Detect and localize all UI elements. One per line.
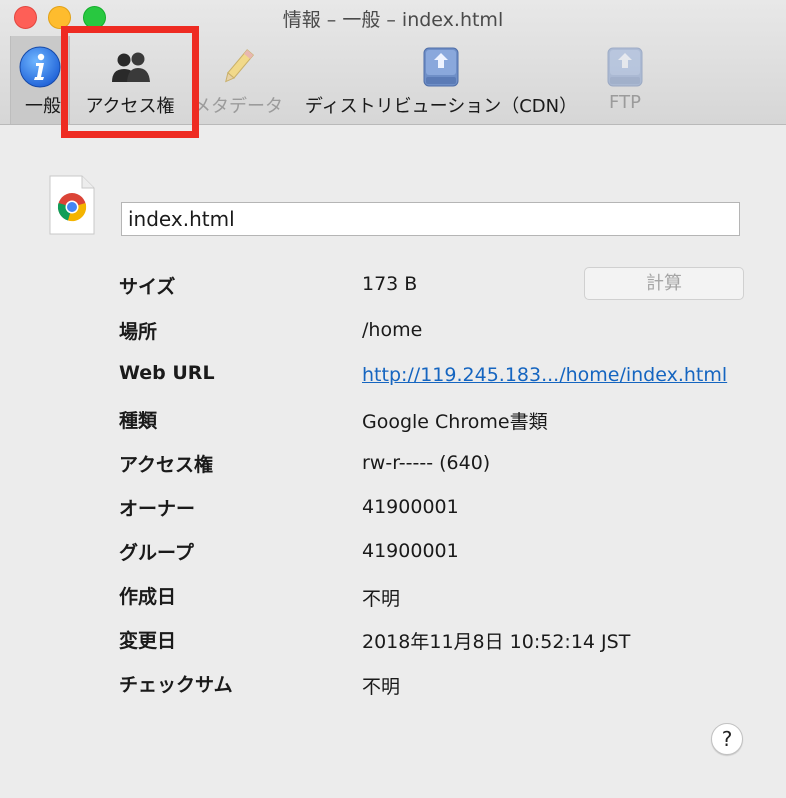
group-value: 41900001 [362, 540, 459, 562]
tab-metadata[interactable]: メタデータ [188, 36, 288, 124]
size-label: サイズ [119, 276, 176, 298]
filename-field[interactable] [121, 202, 740, 236]
titlebar: 情報 – 一般 – index.html 一般 アクセス権 メタデータ ディスト… [0, 0, 786, 125]
info-icon [19, 46, 61, 88]
pencil-icon [225, 49, 254, 83]
created-value: 不明 [362, 588, 401, 610]
web-url-link[interactable]: http://119.245.183.../home/index.html [362, 364, 727, 386]
users-icon [112, 52, 150, 82]
owner-label: オーナー [119, 498, 196, 520]
window-title: 情報 – 一般 – index.html [282, 9, 504, 31]
tab-ftp[interactable]: FTP [590, 36, 660, 124]
size-value: 173 B [362, 273, 418, 295]
tab-cdn[interactable]: ディストリビューション（CDN） [298, 36, 584, 124]
permissions-value: rw-r----- (640) [362, 452, 491, 474]
server-icon [423, 47, 459, 87]
owner-value: 41900001 [362, 496, 459, 518]
calculate-button[interactable]: 計算 [584, 267, 744, 300]
checksum-label: チェックサム [119, 674, 233, 696]
web-url-label: Web URL [119, 362, 215, 384]
location-value: /home [362, 319, 423, 341]
info-window: 情報 – 一般 – index.html 一般 アクセス権 メタデータ ディスト… [0, 0, 786, 798]
kind-value: Google Chrome書類 [362, 411, 548, 433]
group-label: グループ [119, 542, 194, 564]
kind-label: 種類 [119, 410, 158, 432]
tab-general-label: 一般 [25, 96, 61, 117]
permissions-label: アクセス権 [119, 454, 214, 476]
help-button[interactable]: ? [711, 723, 743, 755]
modified-value: 2018年11月8日 10:52:14 JST [362, 631, 631, 653]
tab-general[interactable]: 一般 [10, 36, 70, 124]
tab-cdn-label: ディストリビューション（CDN） [304, 96, 578, 117]
created-label: 作成日 [119, 586, 177, 608]
tab-access-label: アクセス権 [85, 96, 175, 117]
tab-ftp-label: FTP [609, 92, 641, 113]
location-label: 場所 [119, 321, 158, 343]
modified-label: 変更日 [119, 630, 177, 652]
server-icon [607, 47, 643, 87]
tab-metadata-label: メタデータ [193, 96, 283, 117]
chrome-document-icon [49, 175, 95, 235]
tab-access[interactable]: アクセス権 [74, 36, 186, 124]
checksum-value: 不明 [362, 676, 401, 698]
